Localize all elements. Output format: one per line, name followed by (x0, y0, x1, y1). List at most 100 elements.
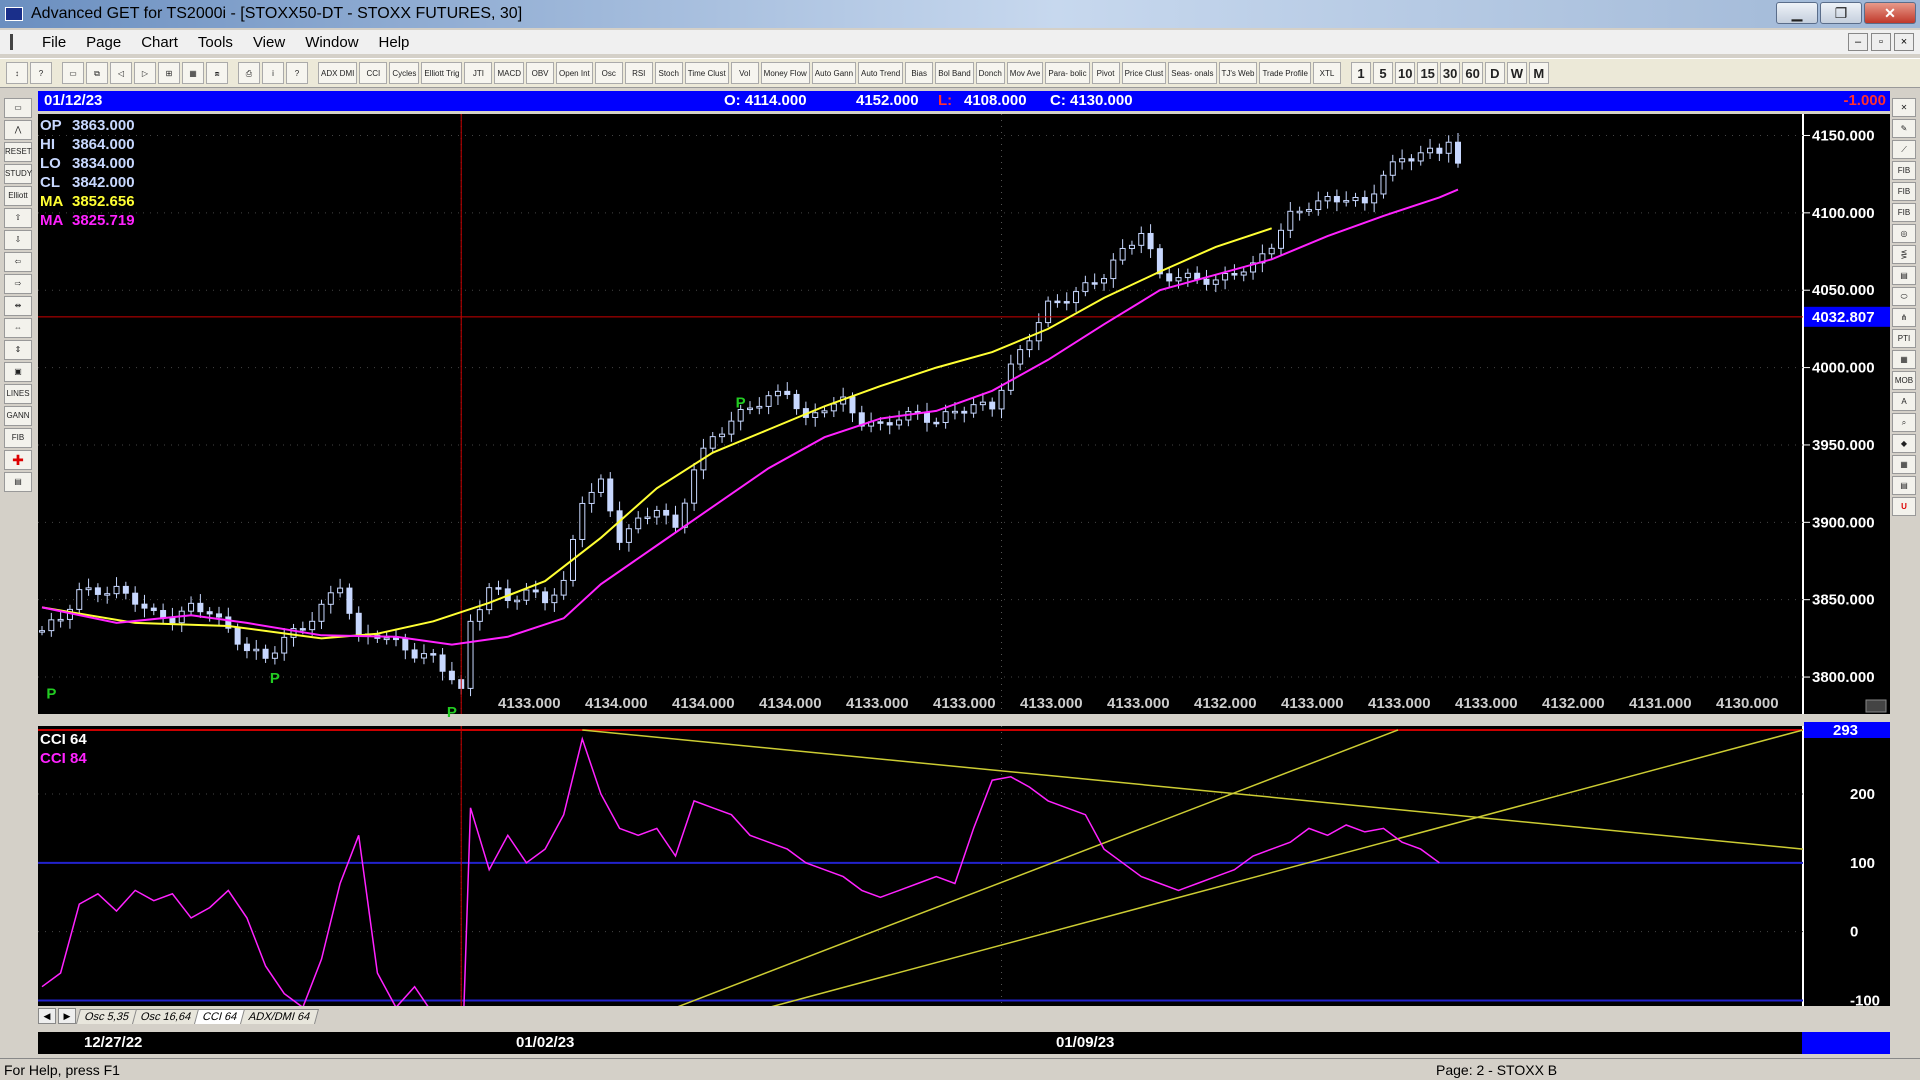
box-icon[interactable]: ▣ (4, 362, 32, 382)
mdi-minimize-button[interactable]: – (1848, 33, 1868, 51)
study-button-para-bolic[interactable]: Para- bolic (1045, 62, 1090, 84)
study-button-macd[interactable]: MACD (494, 62, 525, 84)
study-icon[interactable]: STUDY (4, 164, 32, 184)
tab-scroll-right-icon[interactable]: ▶ (58, 1008, 76, 1024)
period-button-d[interactable]: D (1484, 62, 1505, 84)
period-button-m[interactable]: M (1528, 62, 1549, 84)
study-button-vol[interactable]: Vol (730, 62, 759, 84)
arrow-left-icon[interactable]: ⇦ (4, 252, 32, 272)
study-button-osc[interactable]: Osc (594, 62, 623, 84)
study-button-obv[interactable]: OBV (526, 62, 555, 84)
menu-page[interactable]: Page (76, 34, 131, 51)
context-help-icon[interactable]: ? (286, 62, 308, 84)
fan-icon[interactable]: ⋚ (1892, 245, 1916, 264)
open-folder-icon[interactable]: ▭ (4, 98, 32, 118)
tab-scroll-left-icon[interactable]: ◀ (38, 1008, 56, 1024)
grid-icon[interactable]: ▦ (182, 62, 204, 84)
mdi-close-button[interactable]: × (1894, 33, 1914, 51)
study-button-rsi[interactable]: RSI (624, 62, 653, 84)
marker-icon[interactable]: ◆ (1892, 434, 1916, 453)
document-icon[interactable] (10, 34, 24, 50)
menu-view[interactable]: View (243, 34, 295, 51)
period-button-60[interactable]: 60 (1462, 62, 1483, 84)
study-button-tj-s-web[interactable]: TJ's Web (1218, 62, 1258, 84)
study-button-donch[interactable]: Donch (975, 62, 1005, 84)
grid-tool-icon[interactable]: ▦ (1892, 455, 1916, 474)
menu-file[interactable]: File (32, 34, 76, 51)
pencil-icon[interactable]: ✎ (1892, 119, 1916, 138)
fib-time-icon[interactable]: FIB (1892, 203, 1916, 222)
period-button-10[interactable]: 10 (1394, 62, 1416, 84)
scale-icon[interactable]: ⇕ (4, 340, 32, 360)
layers-icon[interactable]: ▤ (1892, 476, 1916, 495)
period-button-1[interactable]: 1 (1350, 62, 1371, 84)
menu-tools[interactable]: Tools (188, 34, 243, 51)
menu-chart[interactable]: Chart (131, 34, 188, 51)
maximize-button[interactable]: ❐ (1820, 2, 1862, 24)
text-tool-icon[interactable]: A (1892, 392, 1916, 411)
study-button-money-flow[interactable]: Money Flow (760, 62, 810, 84)
pitchfork-icon[interactable]: ⋔ (1892, 308, 1916, 327)
properties-icon[interactable]: ▤ (4, 472, 32, 492)
ellipse-icon[interactable]: ⬭ (1892, 287, 1916, 306)
study-button-trade-profile[interactable]: Trade Profile (1259, 62, 1311, 84)
pointer-icon[interactable]: ↕ (6, 62, 28, 84)
study-button-bol-band[interactable]: Bol Band (935, 62, 974, 84)
fib-icon[interactable]: FIB (4, 428, 32, 448)
cascade-icon[interactable]: ⧈ (206, 62, 228, 84)
arrow-down-icon[interactable]: ⇩ (4, 230, 32, 250)
new-icon[interactable]: ▭ (62, 62, 84, 84)
tab-osc-16-64[interactable]: Osc 16,64 (132, 1008, 201, 1024)
study-button-price-clust[interactable]: Price Clust (1121, 62, 1167, 84)
study-button-bias[interactable]: Bias (905, 62, 934, 84)
menu-help[interactable]: Help (369, 34, 420, 51)
info-icon[interactable]: i (262, 62, 284, 84)
expand-icon[interactable]: ⇔ (4, 318, 32, 338)
reset-icon[interactable]: RESET (4, 142, 32, 162)
study-button-cycles[interactable]: Cycles (389, 62, 420, 84)
study-button-elliott-trig[interactable]: Elliott Trig (421, 62, 463, 84)
mdi-restore-button[interactable]: ▫ (1871, 33, 1891, 51)
pti-icon[interactable]: PTI (1892, 329, 1916, 348)
period-button-5[interactable]: 5 (1372, 62, 1393, 84)
gann-box-icon[interactable]: ▦ (1892, 350, 1916, 369)
compress-icon[interactable]: ⇹ (4, 296, 32, 316)
period-button-w[interactable]: W (1506, 62, 1527, 84)
study-button-stoch[interactable]: Stoch (654, 62, 683, 84)
elliott-icon[interactable]: Elliott (4, 186, 32, 206)
period-button-30[interactable]: 30 (1439, 62, 1461, 84)
chart-area[interactable]: 4150.000 4100.000 4050.000 4000.000 3950.000… (38, 90, 1890, 1010)
study-button-jti[interactable]: JTI (464, 62, 493, 84)
menu-window[interactable]: Window (295, 34, 368, 51)
study-button-auto-trend[interactable]: Auto Trend (858, 62, 904, 84)
undo-icon[interactable]: U (1892, 497, 1916, 516)
study-button-cci[interactable]: CCI (359, 62, 388, 84)
crosshair-icon[interactable]: ✚ (4, 450, 32, 470)
study-button-xtl[interactable]: XTL (1312, 62, 1341, 84)
tab-adx-dmi-64[interactable]: ADX/DMI 64 (240, 1008, 320, 1024)
fib-ext-icon[interactable]: FIB (1892, 182, 1916, 201)
study-button-seas-onals[interactable]: Seas- onals (1168, 62, 1217, 84)
delete-icon[interactable]: ✕ (1892, 98, 1916, 117)
print-icon[interactable]: ⎙ (238, 62, 260, 84)
back-icon[interactable]: ◁ (110, 62, 132, 84)
study-button-time-clust[interactable]: Time Clust (684, 62, 729, 84)
help-icon[interactable]: ? (30, 62, 52, 84)
minimize-button[interactable]: ▁ (1776, 2, 1818, 24)
forward-icon[interactable]: ▷ (134, 62, 156, 84)
arrow-right-icon[interactable]: ⇨ (4, 274, 32, 294)
mob-icon[interactable]: MOB (1892, 371, 1916, 390)
study-button-mov-ave[interactable]: Mov Ave (1006, 62, 1044, 84)
channel-icon[interactable]: ▤ (1892, 266, 1916, 285)
tab-osc-5-35[interactable]: Osc 5,35 (75, 1008, 139, 1024)
spiral-icon[interactable]: ◎ (1892, 224, 1916, 243)
wave-tool-icon[interactable]: ⋀ (4, 120, 32, 140)
study-button-adx-dmi[interactable]: ADX DMI (318, 62, 358, 84)
gann-icon[interactable]: GANN (4, 406, 32, 426)
tile-icon[interactable]: ⊞ (158, 62, 180, 84)
copy-icon[interactable]: ⧉ (86, 62, 108, 84)
trendline-icon[interactable]: ⟋ (1892, 140, 1916, 159)
period-button-15[interactable]: 15 (1417, 62, 1438, 84)
study-button-open-int[interactable]: Open Int (556, 62, 593, 84)
close-button[interactable]: ✕ (1864, 2, 1916, 24)
